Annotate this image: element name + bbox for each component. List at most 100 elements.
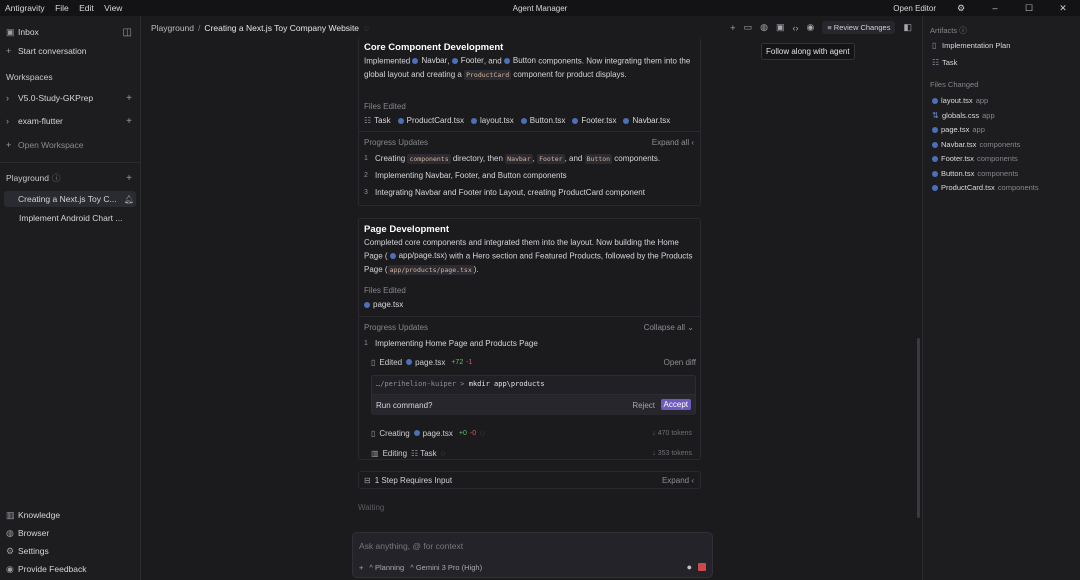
step-requires-input-label: 1 Step Requires Input — [374, 475, 453, 485]
breadcrumb-separator: / — [198, 23, 201, 33]
open-diff-button[interactable]: Open diff — [664, 358, 696, 367]
browser-label: Browser — [18, 528, 50, 538]
changed-file-item[interactable]: ⇅ globals.css app — [932, 111, 995, 120]
add-context-icon[interactable]: + — [359, 563, 363, 572]
menu-file[interactable]: File — [55, 3, 69, 13]
minimize-icon[interactable]: – — [978, 3, 1012, 13]
reject-button[interactable]: Reject — [632, 401, 655, 410]
file-ref[interactable]: Button — [503, 54, 536, 67]
review-changes-button[interactable]: ≡ Review Changes — [822, 21, 896, 34]
chat-input[interactable]: Ask anything, @ for context — [359, 541, 463, 551]
microphone-icon[interactable]: ● — [687, 562, 692, 572]
sidebar-item-browser[interactable]: ◍ Browser — [6, 525, 134, 541]
sidebar-item-knowledge[interactable]: ▥ Knowledge — [6, 507, 134, 523]
file-chip[interactable]: Button.tsx — [520, 116, 565, 125]
toggle-panel-icon[interactable]: ◫ — [123, 27, 132, 38]
file-dot-icon — [932, 155, 938, 162]
changed-file-item[interactable]: Footer.tsx components — [932, 154, 1018, 163]
chevron-right-icon: › — [6, 116, 9, 126]
workspace-item[interactable]: › exam-flutter + — [6, 113, 134, 129]
file-ref-label: Navbar — [421, 56, 448, 65]
expand-all-button[interactable]: Expand all ‹ — [652, 138, 694, 147]
tooltip: Follow along with agent — [761, 43, 855, 60]
eye-icon[interactable]: ◉ — [806, 22, 814, 33]
command-block: …/perihelion-kuiper > mkdir app\products… — [371, 375, 696, 415]
model-selector[interactable]: ^ Gemini 3 Pro (High) — [410, 563, 482, 572]
creating-file-row[interactable]: ▯ Creating page.tsx +0 -0 ◌ ↓ 470 tokens — [371, 425, 696, 441]
token-count: ↓ 353 tokens — [652, 449, 692, 457]
changed-file-item[interactable]: ProductCard.tsx components — [932, 183, 1039, 192]
command-approval-bar: Run command? Reject Accept — [372, 394, 695, 415]
close-icon[interactable]: ✕ — [1046, 3, 1080, 14]
menu-edit[interactable]: Edit — [79, 3, 94, 13]
edited-file-name: page.tsx — [415, 357, 446, 367]
toggle-panel-icon[interactable]: ◧ — [903, 22, 912, 33]
globe-icon[interactable]: ◍ — [760, 22, 768, 33]
maximize-icon[interactable]: ☐ — [1012, 3, 1046, 14]
sidebar-item-inbox[interactable]: ▣ Inbox ◫ — [6, 24, 134, 40]
stop-button[interactable] — [698, 563, 706, 571]
loading-spinner-icon: ◌ — [364, 23, 370, 33]
editing-file-row[interactable]: ▥ Editing ☷ Task ◌ ↓ 353 tokens — [371, 445, 696, 461]
changed-file-item[interactable]: Navbar.tsx components — [932, 140, 1020, 149]
file-ref[interactable]: app/page.tsx — [389, 249, 444, 262]
menu-view[interactable]: View — [104, 3, 122, 13]
changed-file-item[interactable]: layout.tsx app — [932, 96, 988, 105]
mode-selector[interactable]: ^ Planning — [369, 563, 404, 572]
code-icon[interactable]: ‹› — [792, 23, 798, 33]
feedback-icon: ◉ — [6, 563, 14, 574]
changed-file-item[interactable]: Button.tsx components — [932, 169, 1018, 178]
file-chip-label: Footer.tsx — [581, 116, 617, 125]
file-ref[interactable]: Footer — [451, 54, 484, 67]
files-edited-list: ☷ Task ProductCard.tsx layout.tsx Button.… — [364, 116, 677, 125]
conversation-item-active[interactable]: Creating a Next.js Toy C... 🔔︎ — [4, 191, 136, 207]
add-playground-icon[interactable]: + — [126, 173, 132, 184]
image-icon[interactable]: ▣ — [776, 22, 785, 33]
edited-file-row[interactable]: ▯ Edited page.tsx +72 -1 Open diff — [371, 354, 696, 370]
body-text: Implemented — [364, 56, 413, 66]
waiting-status: Waiting — [358, 503, 385, 512]
sidebar-item-settings[interactable]: ⚙ Settings — [6, 543, 134, 559]
artifact-label: Implementation Plan — [942, 41, 1011, 50]
artifact-item[interactable]: ☷ Task — [932, 58, 957, 67]
artifact-item[interactable]: ▯ Implementation Plan — [932, 41, 1010, 50]
right-panel: Artifacts ⓘ ▯ Implementation Plan ☷ Task F… — [922, 16, 1080, 580]
breadcrumb-root[interactable]: Playground — [151, 23, 194, 33]
start-conversation-button[interactable]: + Start conversation — [6, 43, 134, 59]
scrollbar[interactable] — [917, 338, 920, 518]
app-name[interactable]: Antigravity — [5, 3, 45, 13]
settings-gear-icon[interactable]: ⚙ — [944, 3, 978, 14]
progress-step: 3 Integrating Navbar and Footer into Layo… — [364, 184, 694, 201]
document-icon: ▯ — [932, 41, 937, 50]
folder-icon[interactable]: ▭ — [744, 22, 753, 33]
add-icon[interactable]: + — [126, 116, 132, 127]
file-dot-icon — [932, 126, 938, 133]
changed-file-item[interactable]: page.tsx app — [932, 125, 985, 134]
add-icon[interactable]: + — [126, 93, 132, 104]
accept-button[interactable]: Accept — [660, 399, 691, 410]
file-ref[interactable]: Navbar — [412, 54, 447, 67]
playground-header[interactable]: Playground ⓘ + — [6, 170, 134, 186]
open-workspace-button[interactable]: + Open Workspace — [6, 137, 134, 153]
file-dot-icon — [412, 57, 419, 64]
workspace-item[interactable]: › V5.0-Study-GKPrep + — [6, 90, 134, 106]
review-changes-label: Review Changes — [833, 23, 891, 32]
file-chip[interactable]: layout.tsx — [470, 116, 514, 125]
conversation-item[interactable]: Implement Android Chart ... — [6, 210, 134, 226]
file-chip[interactable]: page.tsx — [364, 300, 403, 309]
gear-icon: ⚙ — [6, 545, 15, 556]
file-chip[interactable]: Navbar.tsx — [623, 116, 670, 125]
open-editor-button[interactable]: Open Editor — [893, 4, 936, 13]
file-chip-label: page.tsx — [373, 300, 404, 309]
file-chip[interactable]: ☷ Task — [364, 116, 391, 125]
file-chip[interactable]: ProductCard.tsx — [397, 116, 464, 125]
expand-button[interactable]: Expand ‹ — [662, 476, 694, 485]
bell-icon[interactable]: 🔔︎ — [124, 195, 134, 204]
add-icon[interactable]: + — [730, 23, 735, 33]
collapse-all-button[interactable]: Collapse all ⌄ — [644, 323, 694, 332]
step-requires-input-bar[interactable]: ⊟ 1 Step Requires Input Expand ‹ — [358, 471, 701, 489]
file-chip[interactable]: Footer.tsx — [572, 116, 616, 125]
task-card-page-development: Page Development Completed core componen… — [358, 218, 701, 460]
file-dir: app — [975, 96, 989, 105]
sidebar-item-feedback[interactable]: ◉ Provide Feedback — [6, 561, 134, 577]
